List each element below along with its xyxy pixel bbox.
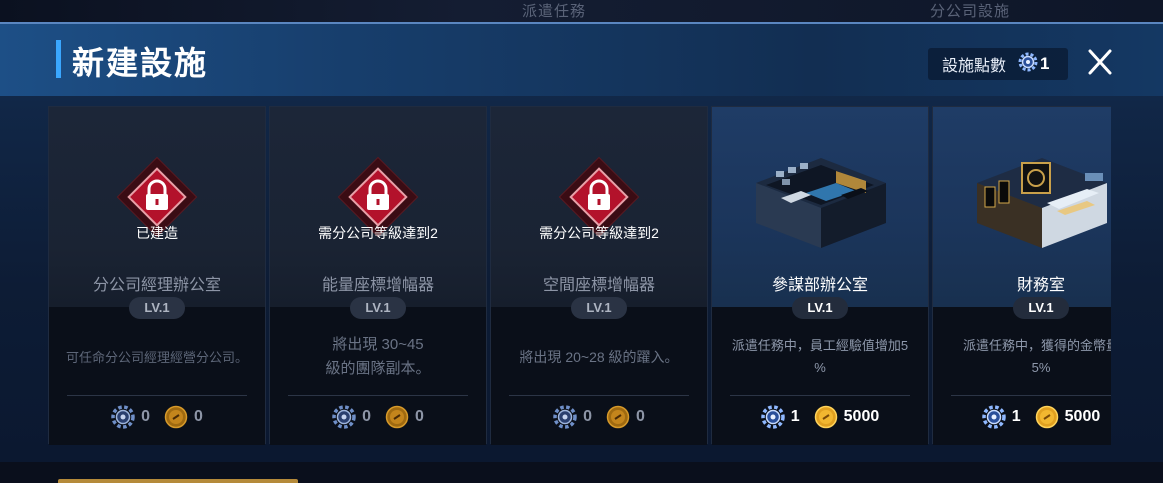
facility-points-label: 設施點數 — [942, 58, 1007, 75]
coin-cost-value: 0 — [194, 408, 203, 425]
level-badge: LV.1 — [571, 297, 627, 319]
facility-card-staff-office[interactable]: 參謀部辦公室 LV.1 派遣任務中，員工經驗值增加5 % 1 5000 — [711, 106, 929, 445]
facility-name: 分公司經理辦公室 — [92, 277, 221, 294]
lock-status-label: 需分公司等級達到2 — [539, 225, 659, 241]
facility-card-list: 已建造 分公司經理辦公室 LV.1 可任命分公司經理經營分公司。 0 0 需分公… — [48, 106, 1111, 446]
gear-icon — [761, 405, 785, 429]
coin-cost-value: 0 — [636, 408, 645, 425]
build-cost: 0 0 — [491, 405, 707, 429]
facility-points-value: 1 — [1040, 54, 1050, 73]
facility-description-line1: 派遣任務中，員工經驗值增加5 — [731, 338, 909, 353]
new-facility-modal: 新建設施 設施點數 1 已建造 分公司經理辦公室 LV.1 可任命分公司經理經營… — [0, 22, 1163, 462]
staff-office-room-image — [756, 158, 886, 248]
coin-icon — [606, 405, 630, 429]
background-tab-strip: 派遣任務 分公司設施 — [0, 0, 1163, 22]
facility-description-line2: 級的團隊副本。 — [325, 360, 431, 377]
facility-description-line2: % — [814, 360, 826, 375]
coin-cost: 5000 — [1035, 405, 1101, 429]
coin-icon — [385, 405, 409, 429]
coin-icon — [1035, 405, 1058, 429]
card-divider — [730, 395, 910, 396]
gear-cost: 1 — [982, 405, 1021, 429]
coin-cost-value: 5000 — [843, 408, 880, 425]
facility-card-manager-office[interactable]: 已建造 分公司經理辦公室 LV.1 可任命分公司經理經營分公司。 0 0 — [48, 106, 266, 445]
close-icon — [1088, 49, 1112, 75]
card-divider — [67, 395, 247, 396]
facility-name: 參謀部辦公室 — [771, 277, 868, 294]
gear-cost: 0 — [553, 405, 592, 429]
gear-cost: 0 — [111, 405, 150, 429]
level-badge: LV.1 — [792, 297, 848, 319]
coin-icon — [814, 405, 837, 429]
facility-name: 空間座標增幅器 — [542, 277, 655, 294]
coin-cost: 0 — [164, 405, 203, 429]
background-bottom-strip — [0, 462, 1163, 483]
coin-cost: 0 — [385, 405, 424, 429]
gear-cost-value: 0 — [141, 408, 150, 425]
coin-cost: 0 — [606, 405, 645, 429]
lock-status-label: 已建造 — [136, 225, 178, 241]
level-badge: LV.1 — [350, 297, 406, 319]
close-button[interactable] — [1084, 46, 1116, 78]
background-gold-bar — [58, 479, 298, 483]
facility-description: 將出現 20~28 級的躍入。 — [519, 349, 679, 365]
build-cost: 0 0 — [49, 405, 265, 429]
level-badge: LV.1 — [1013, 297, 1069, 319]
facility-card-energy-amplifier[interactable]: 需分公司等級達到2 能量座標增幅器 LV.1 將出現 30~45 級的團隊副本。… — [269, 106, 487, 445]
gear-cost-value: 1 — [1011, 408, 1021, 425]
gear-cost: 0 — [332, 405, 371, 429]
gear-icon — [982, 405, 1006, 429]
gear-cost: 1 — [761, 405, 800, 429]
facility-description: 可任命分公司經理經營分公司。 — [65, 350, 248, 365]
facility-name: 財務室 — [1016, 277, 1065, 294]
gear-icon — [111, 405, 135, 429]
gear-icon — [1018, 52, 1038, 77]
modal-header: 新建設施 設施點數 1 — [0, 24, 1163, 96]
facility-name: 能量座標增幅器 — [321, 277, 434, 294]
level-badge: LV.1 — [129, 297, 185, 319]
coin-icon — [164, 405, 188, 429]
gear-icon — [553, 405, 577, 429]
build-cost: 0 0 — [270, 405, 486, 429]
coin-cost: 5000 — [814, 405, 880, 429]
card-divider — [288, 395, 468, 396]
facility-description-line1: 派遣任務中，獲得的金幣量 — [962, 338, 1111, 353]
finance-room-image — [977, 158, 1107, 248]
gear-cost-value: 0 — [362, 408, 371, 425]
facility-description-line1: 將出現 30~45 — [332, 336, 424, 353]
facility-card-space-amplifier[interactable]: 需分公司等級達到2 空間座標增幅器 LV.1 將出現 20~28 級的躍入。 0 — [490, 106, 708, 445]
card-divider — [951, 395, 1111, 396]
facility-card-finance-room[interactable]: 財務室 LV.1 派遣任務中，獲得的金幣量 5% 1 5000 — [932, 106, 1111, 445]
gear-icon — [332, 405, 356, 429]
coin-cost-value: 5000 — [1064, 408, 1101, 425]
lock-status-label: 需分公司等級達到2 — [318, 225, 438, 241]
gear-cost-value: 1 — [790, 408, 800, 425]
background-tab-facilities: 分公司設施 — [930, 3, 1011, 20]
coin-cost-value: 0 — [415, 408, 424, 425]
build-cost: 1 5000 — [712, 405, 928, 429]
modal-title: 新建設施 — [72, 45, 209, 81]
facility-description-line2: 5% — [1031, 360, 1051, 375]
title-accent-bar — [56, 40, 61, 78]
build-cost: 1 5000 — [933, 405, 1111, 429]
background-tab-dispatch: 派遣任務 — [522, 3, 587, 20]
gear-cost-value: 0 — [583, 408, 592, 425]
card-divider — [509, 395, 689, 396]
facility-points-panel: 設施點數 1 — [928, 48, 1068, 80]
